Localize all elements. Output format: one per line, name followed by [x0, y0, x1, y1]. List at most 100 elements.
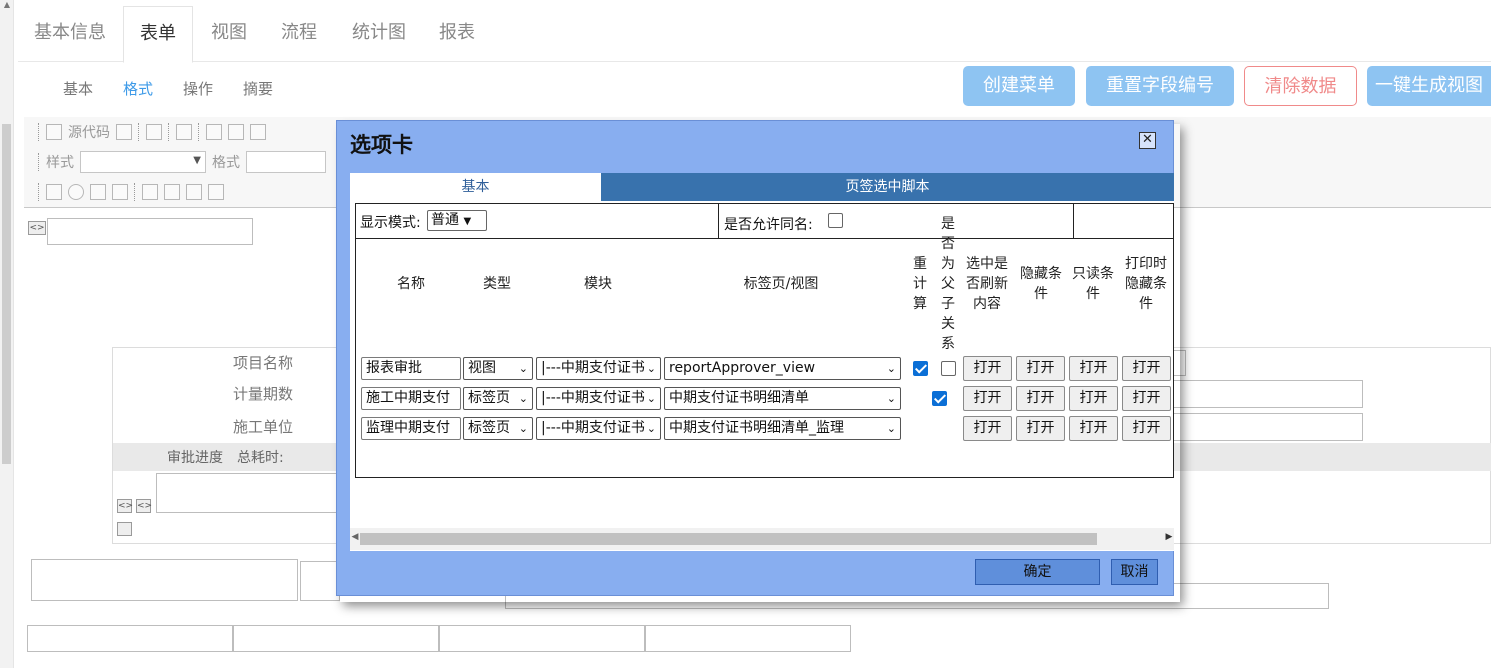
subtab-basic[interactable]: 基本 [63, 78, 93, 99]
subtab-format[interactable]: 格式 [123, 78, 153, 99]
ok-button[interactable]: 确定 [975, 559, 1100, 585]
row2-print-open-button[interactable]: 打开 [1122, 386, 1171, 411]
row1-hide-open-button[interactable]: 打开 [1016, 356, 1065, 381]
row3-name-input[interactable]: 监理中期支付 [361, 417, 461, 440]
row1-readonly-open-button[interactable]: 打开 [1069, 356, 1118, 381]
tab-basic-info[interactable]: 基本信息 [18, 6, 122, 62]
style-select[interactable]: ▼ [80, 151, 206, 173]
image-icon[interactable] [117, 522, 132, 536]
subtab-operation[interactable]: 操作 [183, 78, 213, 99]
doc-input-field[interactable] [47, 218, 253, 245]
generate-view-button[interactable]: 一键生成视图 [1367, 66, 1491, 106]
chevron-down-icon: ⌄ [518, 362, 528, 375]
close-icon[interactable]: ✕ [1139, 132, 1156, 149]
row2-hide-open-button[interactable]: 打开 [1016, 386, 1065, 411]
cut-icon[interactable] [206, 124, 222, 140]
tab-form[interactable]: 表单 [123, 6, 193, 63]
col-header-recalc: 重计算 [913, 256, 927, 312]
row3-view-select[interactable]: 中期支付证书明细清单_监理 ⌄ [664, 417, 901, 440]
row3-module-select[interactable]: |---中期支付证书 ⌄ [536, 417, 661, 440]
row3-readonly-open-button[interactable]: 打开 [1069, 416, 1118, 441]
dialog-horizontal-scrollbar[interactable]: ◀ ▶ [350, 528, 1174, 550]
source-code-label[interactable]: 源代码 [68, 122, 110, 142]
tab-chart[interactable]: 统计图 [336, 6, 422, 62]
paste-text-icon[interactable] [176, 124, 192, 140]
clear-data-button[interactable]: 清除数据 [1244, 66, 1357, 106]
table-control-icon[interactable] [142, 184, 158, 200]
row2-type-select[interactable]: 标签页 ⌄ [463, 387, 533, 410]
field-tag-icon[interactable]: <> [136, 499, 152, 513]
construction-unit-input[interactable] [1158, 413, 1363, 441]
tab-view[interactable]: 视图 [195, 6, 263, 62]
col-header-module: 模块 [584, 276, 612, 292]
tab-settings-table: 显示模式: 普通 ▼ 是否允许同名: 名称 类型 模块 标签页/视图 重计算 是… [355, 203, 1174, 478]
preview-icon[interactable] [146, 124, 162, 140]
textarea-control-icon[interactable] [112, 184, 128, 200]
cancel-button[interactable]: 取消 [1111, 559, 1158, 585]
row1-name-input[interactable]: 报表审批 [361, 357, 461, 380]
row1-type-select[interactable]: 视图 ⌄ [463, 357, 533, 380]
row1-recalc-checkbox[interactable] [913, 361, 928, 376]
chevron-down-icon: ⌄ [646, 362, 656, 375]
reset-field-number-button[interactable]: 重置字段编号 [1086, 66, 1234, 106]
bottom-field-1[interactable] [27, 625, 233, 652]
paste-icon[interactable] [250, 124, 266, 140]
remarks-textarea-2[interactable] [300, 561, 340, 601]
bottom-field-4[interactable] [645, 625, 851, 652]
row2-name-input[interactable]: 施工中期支付 [361, 387, 461, 410]
col-header-is-parent: 是否为父子关系 [941, 216, 955, 352]
remarks-textarea[interactable] [31, 559, 298, 601]
source-code-icon[interactable] [46, 124, 62, 140]
row3-hide-open-button[interactable]: 打开 [1016, 416, 1065, 441]
template-icon[interactable] [116, 124, 132, 140]
create-menu-button[interactable]: 创建菜单 [963, 66, 1075, 106]
bottom-field-2[interactable] [233, 625, 439, 652]
row1-refresh-open-button[interactable]: 打开 [963, 356, 1012, 381]
scroll-up-icon[interactable]: ▲ [2, 0, 12, 10]
chevron-down-icon: ⌄ [646, 422, 656, 435]
cell-divider [718, 204, 719, 239]
opinion-textarea[interactable] [156, 473, 346, 513]
row3-refresh-open-button[interactable]: 打开 [963, 416, 1012, 441]
chevron-down-icon: ⌄ [646, 392, 656, 405]
tab-flow[interactable]: 流程 [265, 6, 333, 62]
dialog-tab-basic[interactable]: 基本 [350, 173, 601, 201]
scroll-right-icon[interactable]: ▶ [1164, 532, 1174, 542]
toolbar-separator [168, 123, 170, 141]
left-scrollbar-thumb[interactable] [2, 124, 11, 464]
field-tag-icon[interactable]: <> [28, 221, 46, 235]
row1-parent-checkbox[interactable] [941, 361, 956, 376]
field-tag-icon[interactable]: <> [117, 499, 133, 513]
date-control-icon[interactable] [164, 184, 180, 200]
format-select[interactable] [246, 151, 326, 173]
row2-view-select[interactable]: 中期支付证书明细清单 ⌄ [664, 387, 901, 410]
row2-recalc-checkbox[interactable] [932, 391, 948, 406]
bottom-field-3[interactable] [439, 625, 645, 652]
textfield-control-icon[interactable] [90, 184, 106, 200]
allow-same-name-checkbox[interactable] [828, 213, 843, 228]
copy-icon[interactable] [228, 124, 244, 140]
tab-report[interactable]: 报表 [423, 6, 491, 62]
checkbox-control-icon[interactable] [46, 184, 62, 200]
toolbar-separator [38, 153, 40, 171]
chevron-down-icon: ▼ [193, 155, 201, 166]
display-mode-select[interactable]: 普通 ▼ [427, 210, 487, 231]
row1-view-select[interactable]: reportApprover_view ⌄ [664, 357, 901, 380]
period-count-input[interactable] [1158, 380, 1363, 408]
row3-type-select[interactable]: 标签页 ⌄ [463, 417, 533, 440]
row2-module-select[interactable]: |---中期支付证书 ⌄ [536, 387, 661, 410]
col-header-readonly-cond: 只读条件 [1072, 266, 1114, 302]
tab-options-dialog: 选项卡 ✕ 基本 页签选中脚本 显示模式: 普通 ▼ 是否允许同名: 名称 类型… [336, 120, 1174, 596]
subtab-summary[interactable]: 摘要 [243, 78, 273, 99]
dept-control-icon[interactable] [208, 184, 224, 200]
row3-print-open-button[interactable]: 打开 [1122, 416, 1171, 441]
scroll-left-icon[interactable]: ◀ [350, 532, 360, 542]
row2-refresh-open-button[interactable]: 打开 [963, 386, 1012, 411]
dialog-tab-script[interactable]: 页签选中脚本 [601, 173, 1174, 201]
radio-control-icon[interactable] [68, 184, 84, 200]
user-control-icon[interactable] [186, 184, 202, 200]
row2-readonly-open-button[interactable]: 打开 [1069, 386, 1118, 411]
row1-print-open-button[interactable]: 打开 [1122, 356, 1171, 381]
row1-module-select[interactable]: |---中期支付证书 ⌄ [536, 357, 661, 380]
scrollbar-thumb[interactable] [360, 533, 1097, 545]
